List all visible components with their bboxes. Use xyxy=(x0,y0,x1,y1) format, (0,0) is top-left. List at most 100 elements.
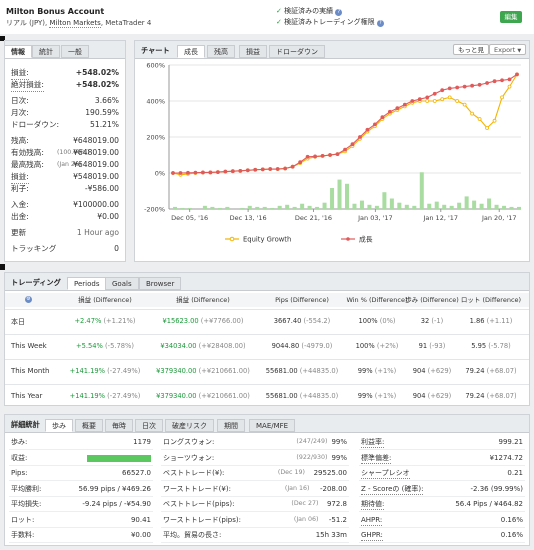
volume-bar xyxy=(337,179,342,209)
tab-stats[interactable]: 統計 xyxy=(32,45,60,58)
trading-cell-value: +141.19% xyxy=(69,392,106,400)
x-tick-label: Jan 20, '17 xyxy=(481,214,517,222)
legend-equity[interactable]: Equity Growth xyxy=(225,236,291,244)
info-row: 損益: ¥548019.00 xyxy=(11,171,119,184)
tab-daily[interactable]: 日次 xyxy=(135,419,163,432)
trading-cell-diff: (-4979.0) xyxy=(301,342,333,350)
growth-point xyxy=(201,170,205,175)
trading-row[interactable]: 本日 +2.47% (+1.21%) ¥15623.00 (+¥7766.00) 36… xyxy=(5,309,529,334)
info-row: 最高残高: (Jan 26) ¥648019.00 xyxy=(11,159,119,171)
tab-browser[interactable]: Browser xyxy=(139,277,182,290)
info-row: 入金: ¥100000.00 xyxy=(11,199,119,211)
growth-point xyxy=(485,81,489,85)
equity-point xyxy=(447,95,452,100)
volume-bar xyxy=(449,205,454,209)
volume-bar xyxy=(307,205,312,209)
volume-bar xyxy=(517,206,521,209)
volume-bar xyxy=(389,198,394,209)
help-icon[interactable]: ? xyxy=(335,9,343,16)
detail-label: 期待値: xyxy=(361,500,385,510)
detail-row: 平均。貿易の長さ: 15h 33m xyxy=(161,528,349,543)
trading-row[interactable]: This Month +141.19% (-27.49%) ¥379340.00 (… xyxy=(5,359,529,384)
tab-profit[interactable]: 損益 xyxy=(239,45,267,58)
trading-row[interactable]: This Year +141.19% (-27.49%) ¥379340.00 (+… xyxy=(5,384,529,409)
detail-label: ロングスウォン: xyxy=(163,438,215,446)
info-row-label: トラッキング xyxy=(11,244,57,253)
y-tick-label: 400% xyxy=(146,98,165,106)
trading-cell-value: ¥379340.00 xyxy=(156,392,197,400)
chart-panel-title: チャート xyxy=(141,46,170,55)
detail-row: Z - Scoreの (確率): -2.36 (99.99%) xyxy=(359,482,525,497)
tab-drawdown[interactable]: ドローダウン xyxy=(269,45,325,58)
growth-point xyxy=(283,166,288,171)
detail-label: ワーストトレード(¥): xyxy=(163,484,231,493)
trading-row[interactable]: This Week +5.54% (-5.78%) ¥34034.00 (+¥284… xyxy=(5,334,529,359)
volume-bar xyxy=(345,183,349,209)
edit-button[interactable]: 編集 xyxy=(500,11,522,23)
growth-point xyxy=(171,171,175,175)
tab-periods[interactable]: Periods xyxy=(67,277,107,290)
legend-growth[interactable]: 成長 xyxy=(341,235,373,244)
volume-bar xyxy=(180,207,185,209)
trading-cell-value: 79.24 xyxy=(465,367,485,375)
growth-point xyxy=(178,171,183,175)
detail-row: ロット: 90.41 xyxy=(9,513,153,528)
trading-cell: 5.95 (-5.78) xyxy=(455,342,527,350)
detail-label: 歩み: xyxy=(11,438,28,446)
volume-bar xyxy=(509,206,514,209)
info-row: 絶対損益: +548.02% xyxy=(11,79,119,92)
legend-equity-marker xyxy=(229,236,235,242)
export-dropdown[interactable]: Export ▼ xyxy=(489,44,527,55)
help-icon[interactable]: ? xyxy=(376,20,384,27)
broker-link[interactable]: Milton Markets xyxy=(49,19,101,28)
trading-cell-diff: (+¥210661.00) xyxy=(198,367,250,375)
tab-general[interactable]: 一般 xyxy=(61,45,89,58)
info-row-label: 最高残高: xyxy=(11,160,44,169)
account-type: リアル (JPY), xyxy=(6,19,50,27)
trading-cell-value: 55681.00 xyxy=(265,367,298,375)
growth-point xyxy=(380,115,385,120)
settings-icon[interactable]: ⚙ xyxy=(25,296,32,303)
trading-cell-diff: (+629) xyxy=(427,367,452,375)
volume-bar xyxy=(247,205,252,209)
info-row-label: ドローダウン: xyxy=(11,120,60,129)
tab-growth[interactable]: 成長 xyxy=(177,45,205,58)
tab-balance[interactable]: 残高 xyxy=(207,45,235,58)
growth-line xyxy=(173,73,518,174)
growth-point xyxy=(343,147,347,152)
check-icon: ✓ xyxy=(276,18,282,26)
growth-point xyxy=(440,88,445,93)
tab-summary[interactable]: 概要 xyxy=(75,419,103,432)
volume-bar xyxy=(397,202,402,209)
detail-label: ワーストトレード(pips): xyxy=(163,515,241,524)
info-row-value: 3.66% xyxy=(94,96,119,105)
account-subtitle: リアル (JPY), Milton Markets, MetaTrader 4 xyxy=(6,18,151,28)
tab-trades[interactable]: 歩み xyxy=(45,419,73,432)
tab-info[interactable]: 情報 xyxy=(5,45,32,58)
detail-row: シャープレシオ 0.21 xyxy=(359,466,525,481)
tab-hourly[interactable]: 毎時 xyxy=(105,419,133,432)
info-row-label: 利子: xyxy=(11,184,29,193)
trading-cell-value: ¥379340.00 xyxy=(156,367,197,375)
verified-track-badge: ✓ 検証済みの実績 ? xyxy=(276,6,343,16)
detail-value: 0.16% xyxy=(500,531,523,539)
volume-bar xyxy=(330,188,335,209)
detail-row: GHPR: 0.16% xyxy=(359,528,525,543)
more-button[interactable]: もっと見 xyxy=(453,44,489,55)
detail-row: ショーツウォン: (922/930) 99% xyxy=(161,451,349,466)
y-tick-label: 0% xyxy=(155,170,165,178)
y-tick-label: -200% xyxy=(144,206,165,214)
tab-mae-mfe[interactable]: MAE/MFE xyxy=(249,419,296,432)
x-tick-label: Jan 03, '17 xyxy=(357,214,393,222)
period-label: This Year xyxy=(11,392,43,400)
chevron-down-icon: ▼ xyxy=(517,48,522,54)
detail-note: (Jan 06) xyxy=(293,515,319,523)
trading-cell: 3667.40 (-554.2) xyxy=(257,317,347,325)
tab-duration[interactable]: 期間 xyxy=(217,419,245,432)
trading-cell: ¥15623.00 (+¥7766.00) xyxy=(153,317,253,325)
tab-goals[interactable]: Goals xyxy=(105,277,139,290)
volume-bar xyxy=(315,206,320,209)
tab-risk-of-ruin[interactable]: 破産リスク xyxy=(165,419,214,432)
trading-header-row: ⚙ 損益 (Difference) 損益 (Difference) Pips (… xyxy=(5,293,529,307)
growth-point xyxy=(373,122,377,127)
